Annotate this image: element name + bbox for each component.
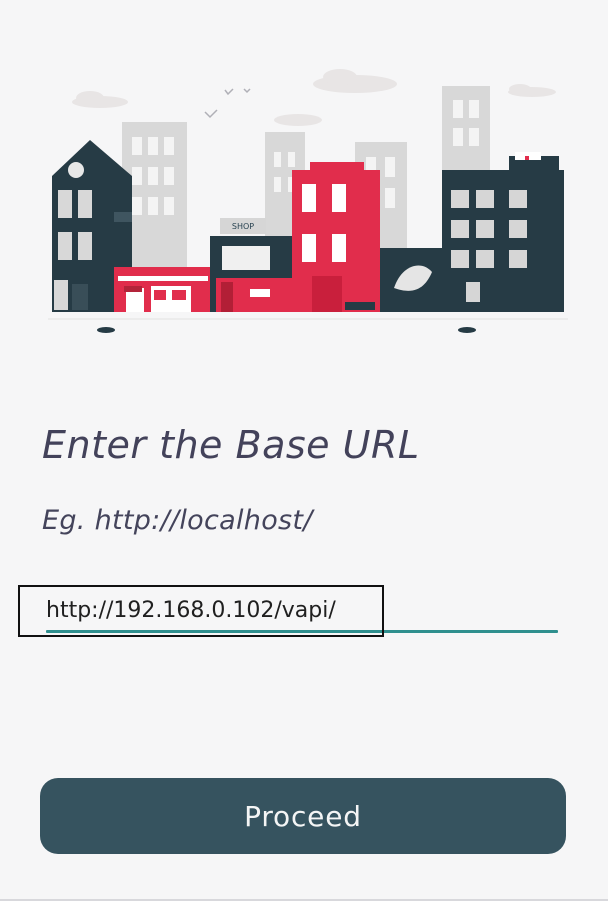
proceed-button[interactable]: Proceed [40, 778, 566, 854]
red-shop [114, 267, 214, 312]
example-url-text: Eg. http://localhost/ [42, 505, 313, 536]
ground [48, 318, 568, 333]
city-illustration-svg: SHOP [48, 69, 568, 333]
page-title: Enter the Base URL [42, 423, 420, 467]
red-building [292, 162, 380, 312]
shop-sign-text: SHOP [232, 222, 254, 231]
right-tower [442, 152, 564, 312]
input-focus-outline [18, 585, 384, 637]
birds [204, 88, 251, 119]
app-screen: SHOP Enter the Base URL Eg. http://local… [0, 0, 608, 901]
city-illustration: SHOP [40, 62, 570, 342]
base-url-field[interactable] [18, 585, 558, 643]
